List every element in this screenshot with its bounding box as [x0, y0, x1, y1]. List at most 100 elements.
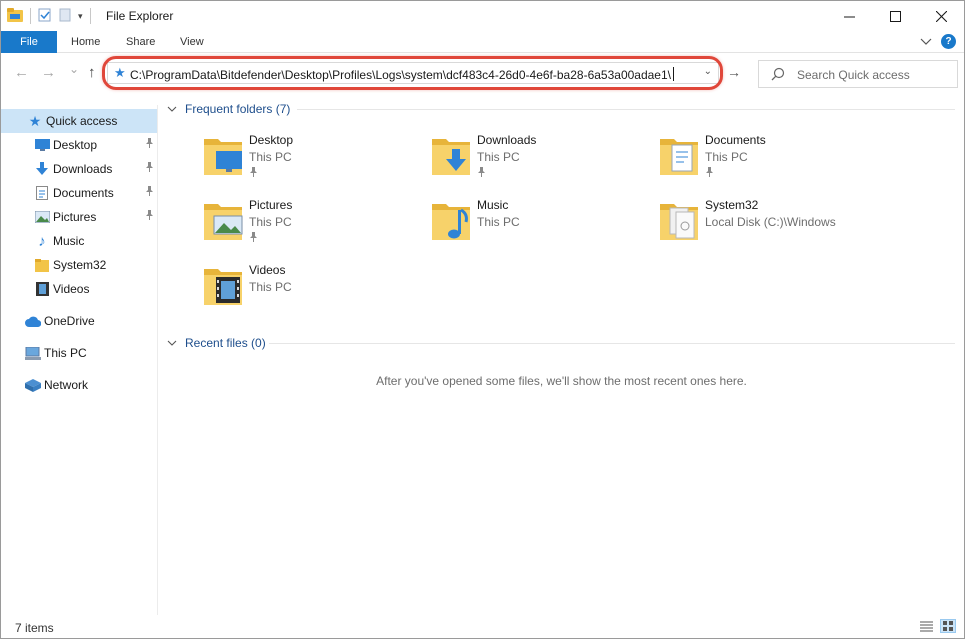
sidebar-item-label: This PC	[44, 346, 87, 360]
folder-location: This PC	[705, 150, 748, 164]
recent-files-group-header[interactable]: Recent files (0)	[167, 334, 266, 352]
music-icon: ♪	[38, 232, 46, 250]
videos-icon	[34, 281, 50, 297]
details-view-icon[interactable]	[918, 619, 934, 633]
folder-name: Documents	[705, 133, 766, 147]
sidebar-item-label: Videos	[53, 282, 90, 296]
status-bar: 7 items	[1, 615, 964, 638]
window-title: File Explorer	[106, 9, 174, 23]
search-box[interactable]: Search Quick access	[758, 60, 958, 88]
quick-access-star-icon: ★	[28, 112, 42, 129]
folder-name: Videos	[249, 263, 286, 277]
content-pane: Frequent folders (7) Desktop This PC Dow…	[159, 93, 964, 615]
tab-file[interactable]: File	[1, 31, 57, 53]
music-folder-icon	[430, 196, 474, 244]
sidebar-item-system32[interactable]: System32	[1, 253, 157, 277]
folder-tile-downloads[interactable]: Downloads This PC	[430, 131, 650, 187]
folder-tile-desktop[interactable]: Desktop This PC	[202, 131, 422, 187]
sidebar-item-documents[interactable]: Documents	[1, 181, 157, 205]
text-caret	[673, 67, 674, 81]
collapse-chevron-icon	[167, 104, 177, 114]
sidebar-item-downloads[interactable]: Downloads	[1, 157, 157, 181]
large-icons-view-icon[interactable]	[940, 619, 956, 633]
folder-location: This PC	[477, 150, 520, 164]
sidebar-item-network[interactable]: Network	[1, 373, 157, 397]
ribbon-tabs: File Home Share View ?	[1, 31, 964, 53]
recent-files-empty-message: After you've opened some files, we'll sh…	[376, 374, 747, 388]
network-icon	[25, 377, 41, 393]
address-path-text: C:\ProgramData\Bitdefender\Desktop\Profi…	[130, 68, 671, 82]
pictures-icon	[34, 209, 50, 225]
folder-location: This PC	[249, 150, 292, 164]
sidebar-item-label: OneDrive	[44, 314, 95, 328]
sidebar-item-this-pc[interactable]: This PC	[1, 341, 157, 365]
folder-name: Desktop	[249, 133, 294, 147]
minimize-button[interactable]	[826, 1, 872, 31]
sidebar-item-onedrive[interactable]: OneDrive	[1, 309, 157, 333]
address-history-chevron-icon[interactable]: ⌄	[704, 66, 712, 77]
videos-folder-icon	[202, 261, 246, 309]
tab-view[interactable]: View	[180, 36, 204, 48]
navigation-pane: ★ Quick access Desktop Downloads Documen…	[1, 105, 158, 615]
folder-tile-system32[interactable]: System32 Local Disk (C:)\Windows	[658, 196, 878, 252]
address-bar[interactable]: ★ C:\ProgramData\Bitdefender\Desktop\Pro…	[107, 62, 719, 84]
address-input[interactable]: C:\ProgramData\Bitdefender\Desktop\Profi…	[130, 67, 674, 82]
folder-icon	[34, 257, 50, 273]
up-button[interactable]: ↑	[88, 64, 96, 81]
desktop-folder-icon	[202, 131, 246, 179]
recent-files-title: Recent files (0)	[185, 336, 266, 350]
properties-icon[interactable]	[38, 8, 52, 25]
pin-icon	[249, 232, 258, 244]
forward-button[interactable]: →	[41, 64, 56, 81]
sidebar-item-quick-access[interactable]: ★ Quick access	[1, 109, 157, 133]
download-icon	[34, 161, 50, 177]
frequent-folders-title: Frequent folders (7)	[185, 102, 291, 116]
sidebar-item-pictures[interactable]: Pictures	[1, 205, 157, 229]
sidebar-item-music[interactable]: ♪ Music	[1, 229, 157, 253]
help-icon[interactable]: ?	[941, 34, 956, 49]
back-button[interactable]: ←	[14, 64, 29, 81]
view-toggle-group	[918, 619, 956, 633]
frequent-folders-group-header[interactable]: Frequent folders (7)	[167, 100, 290, 118]
maximize-button[interactable]	[872, 1, 918, 31]
sidebar-item-label: Downloads	[53, 162, 113, 176]
file-explorer-window: ▾ File Explorer File Home Share View ? ←…	[0, 0, 965, 639]
tab-share[interactable]: Share	[126, 36, 155, 48]
customize-toolbar-chevron-icon[interactable]: ▾	[78, 11, 83, 22]
pin-icon[interactable]	[145, 186, 154, 199]
downloads-folder-icon	[430, 131, 474, 179]
recent-locations-button[interactable]: ⌄	[69, 62, 79, 76]
pin-icon[interactable]	[145, 210, 154, 223]
system-files-folder-icon	[658, 196, 702, 244]
search-input[interactable]: Search Quick access	[797, 68, 910, 82]
pin-icon	[705, 167, 714, 179]
folder-tile-music[interactable]: Music This PC	[430, 196, 650, 252]
group-divider	[269, 343, 955, 344]
quick-access-star-icon: ★	[114, 65, 126, 80]
quick-access-toolbar: ▾	[7, 7, 91, 25]
close-button[interactable]	[918, 1, 964, 31]
item-count: 7 items	[15, 621, 54, 635]
folder-location: This PC	[249, 280, 292, 294]
sidebar-item-videos[interactable]: Videos	[1, 277, 157, 301]
folder-tile-videos[interactable]: Videos This PC	[202, 261, 422, 317]
pin-icon[interactable]	[145, 138, 154, 151]
folder-name: Music	[477, 198, 509, 212]
folder-tile-pictures[interactable]: Pictures This PC	[202, 196, 422, 252]
pin-icon	[477, 167, 486, 179]
sidebar-item-label: Pictures	[53, 210, 97, 224]
folder-location: This PC	[249, 215, 292, 229]
pin-icon	[249, 167, 258, 179]
folder-tile-documents[interactable]: Documents This PC	[658, 131, 878, 187]
desktop-icon	[34, 137, 50, 153]
sidebar-item-label: Music	[53, 234, 85, 248]
new-folder-icon[interactable]	[59, 8, 71, 25]
file-explorer-app-icon[interactable]	[7, 7, 23, 25]
sidebar-item-desktop[interactable]: Desktop	[1, 133, 157, 157]
computer-icon	[25, 345, 41, 361]
folder-location: Local Disk (C:)\Windows	[705, 215, 836, 229]
tab-home[interactable]: Home	[71, 36, 100, 48]
pin-icon[interactable]	[145, 162, 154, 175]
expand-ribbon-chevron-icon[interactable]	[920, 35, 932, 49]
go-button[interactable]: →	[727, 64, 741, 80]
